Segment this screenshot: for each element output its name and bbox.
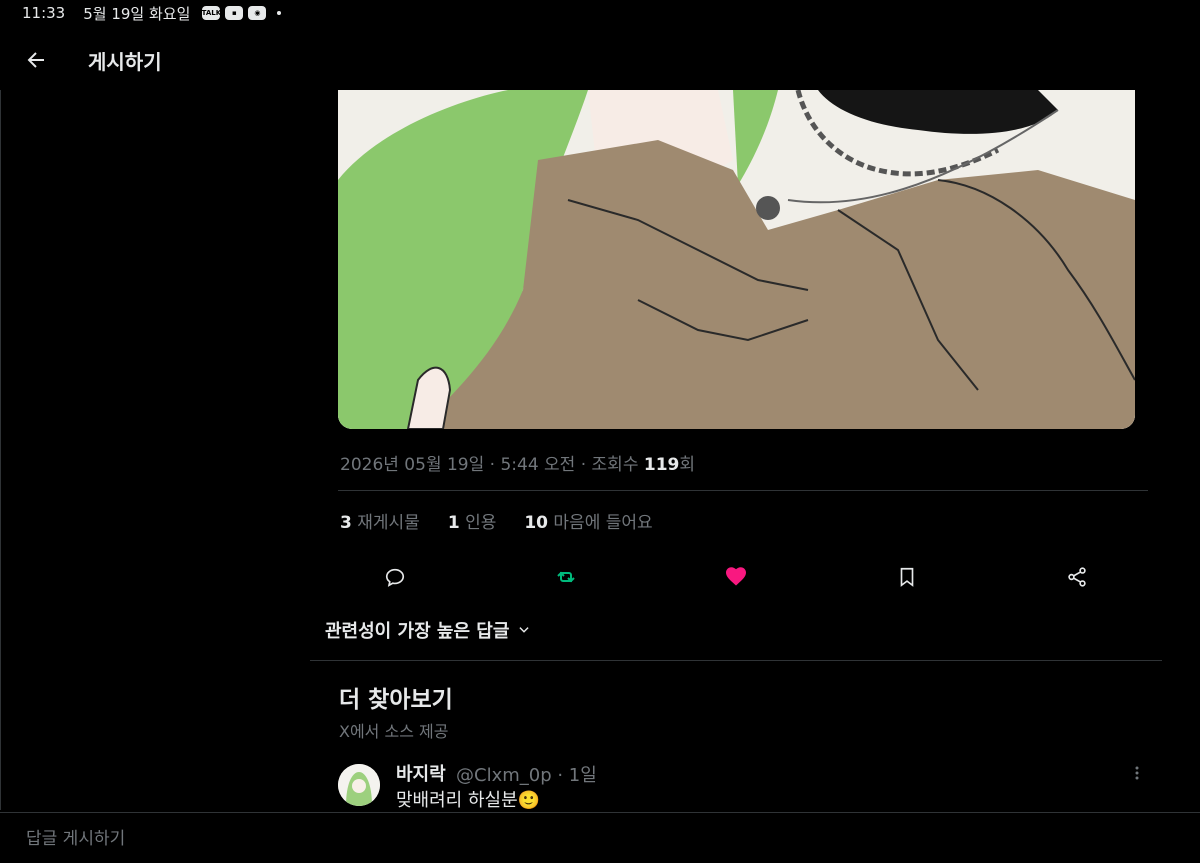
arrow-left-icon: [27, 52, 44, 68]
author-handle[interactable]: @Clxm_0p · 1일: [456, 761, 597, 787]
retweet-icon: [557, 571, 575, 583]
share-button[interactable]: [1062, 562, 1092, 592]
post-stats: 3 재게시물 1 인용 10 마음에 들어요: [340, 508, 653, 533]
column-divider: [0, 90, 1, 810]
chevron-down-icon: [519, 627, 530, 633]
reply-composer: [0, 812, 1200, 863]
post-image[interactable]: [338, 90, 1135, 429]
view-count: 119: [643, 455, 680, 475]
post-timestamp: 2026년 05월 19일 · 5:44 오전 · 조회수 119회: [340, 450, 695, 475]
notification-icon: ▪: [225, 6, 244, 20]
view-count-suffix: 회: [679, 455, 696, 475]
retweet-button[interactable]: [551, 562, 581, 592]
bookmark-button[interactable]: [892, 562, 922, 592]
author-name[interactable]: 바지락: [396, 760, 446, 786]
status-icons: TALK ▪ ◉: [202, 6, 282, 20]
reply-button[interactable]: [380, 562, 410, 592]
camera-icon: ◉: [248, 6, 267, 20]
quote-stat[interactable]: 1 인용: [448, 508, 497, 533]
repost-stat[interactable]: 3 재게시물: [340, 508, 420, 533]
divider: [310, 660, 1162, 661]
explore-subtitle: X에서 소스 제공: [339, 722, 449, 741]
status-dot-icon: [277, 11, 282, 15]
explore-title: 더 찾아보기: [339, 687, 453, 713]
reply-sort-label: 관련성이 가장 높은 답글: [325, 621, 510, 642]
reply-input[interactable]: [24, 825, 628, 853]
more-icon: [1135, 766, 1139, 780]
post-text: 맞배려리 하실분🙂: [396, 790, 541, 811]
avatar-icon: [338, 764, 380, 806]
divider: [338, 490, 1148, 491]
page-title: 게시하기: [88, 50, 162, 74]
like-button[interactable]: [721, 562, 751, 592]
avatar[interactable]: [338, 764, 380, 806]
talk-icon: TALK: [202, 6, 221, 20]
back-button[interactable]: [22, 46, 50, 74]
explore-post[interactable]: 바지락 @Clxm_0p · 1일 맞배려리 하실분🙂: [338, 760, 1158, 812]
status-date: 5월 19일 화요일: [83, 4, 191, 23]
status-time: 11:33: [22, 4, 66, 22]
top-bar: 게시하기: [0, 26, 1200, 90]
reply-sort-dropdown[interactable]: 관련성이 가장 높은 답글: [325, 617, 531, 643]
share-icon: [1068, 567, 1086, 587]
bookmark-icon: [900, 567, 914, 587]
timestamp-text: 2026년 05월 19일 · 5:44 오전 · 조회수: [340, 455, 644, 475]
like-icon: [726, 567, 746, 586]
illustration: [338, 90, 1135, 429]
status-bar: 11:33 5월 19일 화요일 TALK ▪ ◉: [0, 0, 1200, 26]
more-options-button[interactable]: [1128, 764, 1146, 782]
reply-icon: [385, 568, 405, 587]
like-stat[interactable]: 10 마음에 들어요: [524, 508, 652, 533]
post-actions: [340, 562, 1100, 592]
